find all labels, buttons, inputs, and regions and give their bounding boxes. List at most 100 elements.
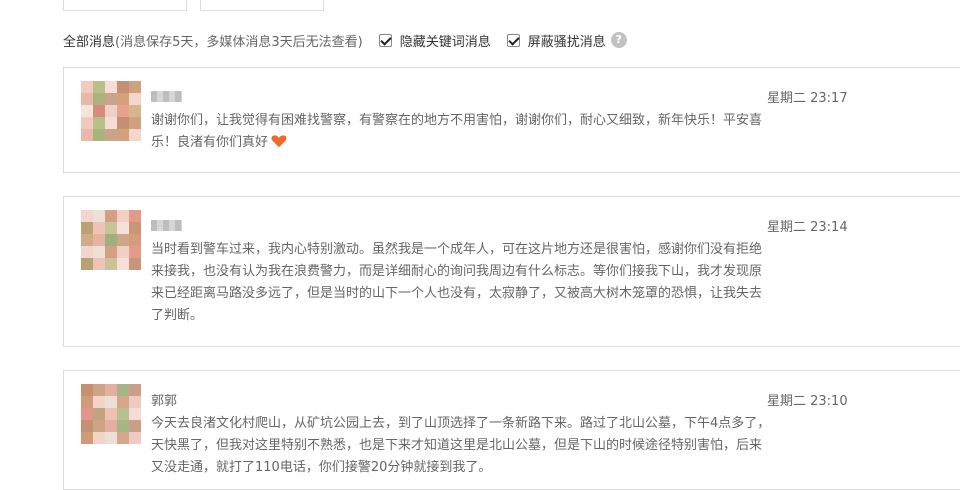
- avatar-pixel: [117, 258, 129, 270]
- avatar-pixel: [105, 408, 117, 420]
- avatar-pixel: [93, 396, 105, 408]
- username[interactable]: 郭郭: [151, 390, 177, 409]
- avatar-pixel: [81, 210, 93, 222]
- avatar-pixel: [93, 258, 105, 270]
- avatar-pixel: [93, 408, 105, 420]
- avatar-pixel: [117, 420, 129, 432]
- avatar-pixel: [129, 129, 141, 141]
- block-harassment-checkbox[interactable]: [506, 33, 520, 47]
- avatar-pixel: [81, 81, 93, 93]
- avatar-pixel: [105, 396, 117, 408]
- avatar-pixel: [129, 384, 141, 396]
- block-harassment-option[interactable]: 屏蔽骚扰消息: [506, 31, 606, 50]
- avatar-pixel: [93, 93, 105, 105]
- avatar-pixel: [81, 258, 93, 270]
- avatar-pixel: [117, 408, 129, 420]
- avatar-pixel: [117, 129, 129, 141]
- avatar[interactable]: [81, 384, 141, 444]
- avatar-pixel: [93, 81, 105, 93]
- avatar-pixel: [129, 420, 141, 432]
- avatar-pixel: [105, 210, 117, 222]
- avatar-pixel: [129, 246, 141, 258]
- avatar-pixel: [93, 129, 105, 141]
- avatar-pixel: [129, 105, 141, 117]
- avatar-pixel: [105, 129, 117, 141]
- avatar-pixel: [117, 396, 129, 408]
- message-card: 星期二 23:14 当时看到警车过来，我内心特别激动。虽然我是一个成年人，可在这…: [63, 196, 960, 347]
- help-icon[interactable]: ?: [610, 32, 627, 48]
- avatar-pixel: [117, 234, 129, 246]
- avatar-pixel: [93, 117, 105, 129]
- message-time: 星期二 23:10: [767, 394, 848, 409]
- avatar-pixel: [129, 117, 141, 129]
- avatar-pixel: [93, 420, 105, 432]
- hide-keyword-messages-option[interactable]: 隐藏关键词消息: [378, 31, 491, 50]
- avatar-pixel: [81, 396, 93, 408]
- avatar-pixel: [117, 117, 129, 129]
- avatar-pixel: [81, 129, 93, 141]
- avatar-pixel: [105, 432, 117, 444]
- avatar-pixel: [105, 420, 117, 432]
- avatar-pixel: [81, 117, 93, 129]
- hide-keyword-label[interactable]: 隐藏关键词消息: [400, 31, 491, 50]
- avatar-pixel: [129, 408, 141, 420]
- avatar-pixel: [129, 234, 141, 246]
- message-text: 今天去良渚文化村爬山，从矿坑公园上去，到了山顶选择了一条新路下来。路过了北山公墓…: [151, 416, 771, 475]
- avatar-pixel: [81, 420, 93, 432]
- hide-keyword-checkbox[interactable]: [378, 33, 392, 47]
- avatar-pixel: [93, 432, 105, 444]
- avatar-pixel: [117, 246, 129, 258]
- avatar-pixel: [105, 117, 117, 129]
- heart-emoji-icon: [271, 135, 287, 148]
- avatar-pixel: [117, 384, 129, 396]
- message-card: 星期二 23:17 谢谢你们，让我觉得有困难找警察，有警察在的地方不用害怕，谢谢…: [63, 67, 960, 173]
- message-body: 谢谢你们，让我觉得有困难找警察，有警察在的地方不用害怕，谢谢你们，耐心又细致，新…: [151, 113, 763, 150]
- avatar-pixel: [105, 246, 117, 258]
- top-tab-right[interactable]: [200, 0, 324, 11]
- avatar-pixel: [129, 258, 141, 270]
- message-filter-bar: 全部消息 (消息保存5天，多媒体消息3天后无法查看) 隐藏关键词消息 屏蔽骚扰消…: [63, 30, 627, 50]
- username-masked[interactable]: [151, 220, 182, 231]
- username-masked[interactable]: [151, 91, 182, 102]
- top-tab-left[interactable]: [63, 0, 187, 11]
- avatar[interactable]: [81, 81, 141, 141]
- block-harassment-label[interactable]: 屏蔽骚扰消息: [528, 31, 606, 50]
- message-time: 星期二 23:14: [767, 220, 848, 235]
- avatar-pixel: [81, 93, 93, 105]
- avatar-pixel: [129, 81, 141, 93]
- avatar-pixel: [105, 234, 117, 246]
- avatar-pixel: [81, 408, 93, 420]
- avatar-pixel: [93, 246, 105, 258]
- avatar-pixel: [117, 432, 129, 444]
- retention-note: (消息保存5天，多媒体消息3天后无法查看): [115, 34, 363, 50]
- avatar-pixel: [129, 222, 141, 234]
- avatar-pixel: [129, 432, 141, 444]
- avatar-pixel: [105, 93, 117, 105]
- avatar-pixel: [129, 396, 141, 408]
- avatar-pixel: [105, 81, 117, 93]
- message-text: 谢谢你们，让我觉得有困难找警察，有警察在的地方不用害怕，谢谢你们，耐心又细致，新…: [151, 110, 771, 154]
- all-messages-label[interactable]: 全部消息: [63, 31, 115, 50]
- avatar-pixel: [105, 384, 117, 396]
- avatar-pixel: [93, 105, 105, 117]
- avatar-pixel: [81, 384, 93, 396]
- avatar-pixel: [129, 93, 141, 105]
- avatar-pixel: [81, 234, 93, 246]
- avatar-pixel: [117, 81, 129, 93]
- avatar-pixel: [81, 246, 93, 258]
- avatar-pixel: [81, 105, 93, 117]
- avatar-pixel: [105, 105, 117, 117]
- avatar[interactable]: [81, 210, 141, 270]
- avatar-pixel: [93, 222, 105, 234]
- avatar-pixel: [117, 222, 129, 234]
- avatar-pixel: [93, 384, 105, 396]
- avatar-pixel: [93, 234, 105, 246]
- avatar-pixel: [81, 432, 93, 444]
- avatar-pixel: [105, 258, 117, 270]
- message-card: 郭郭 星期二 23:10 今天去良渚文化村爬山，从矿坑公园上去，到了山顶选择了一…: [63, 370, 960, 490]
- message-time: 星期二 23:17: [767, 91, 848, 106]
- avatar-pixel: [129, 210, 141, 222]
- avatar-pixel: [117, 93, 129, 105]
- avatar-pixel: [105, 222, 117, 234]
- avatar-pixel: [117, 210, 129, 222]
